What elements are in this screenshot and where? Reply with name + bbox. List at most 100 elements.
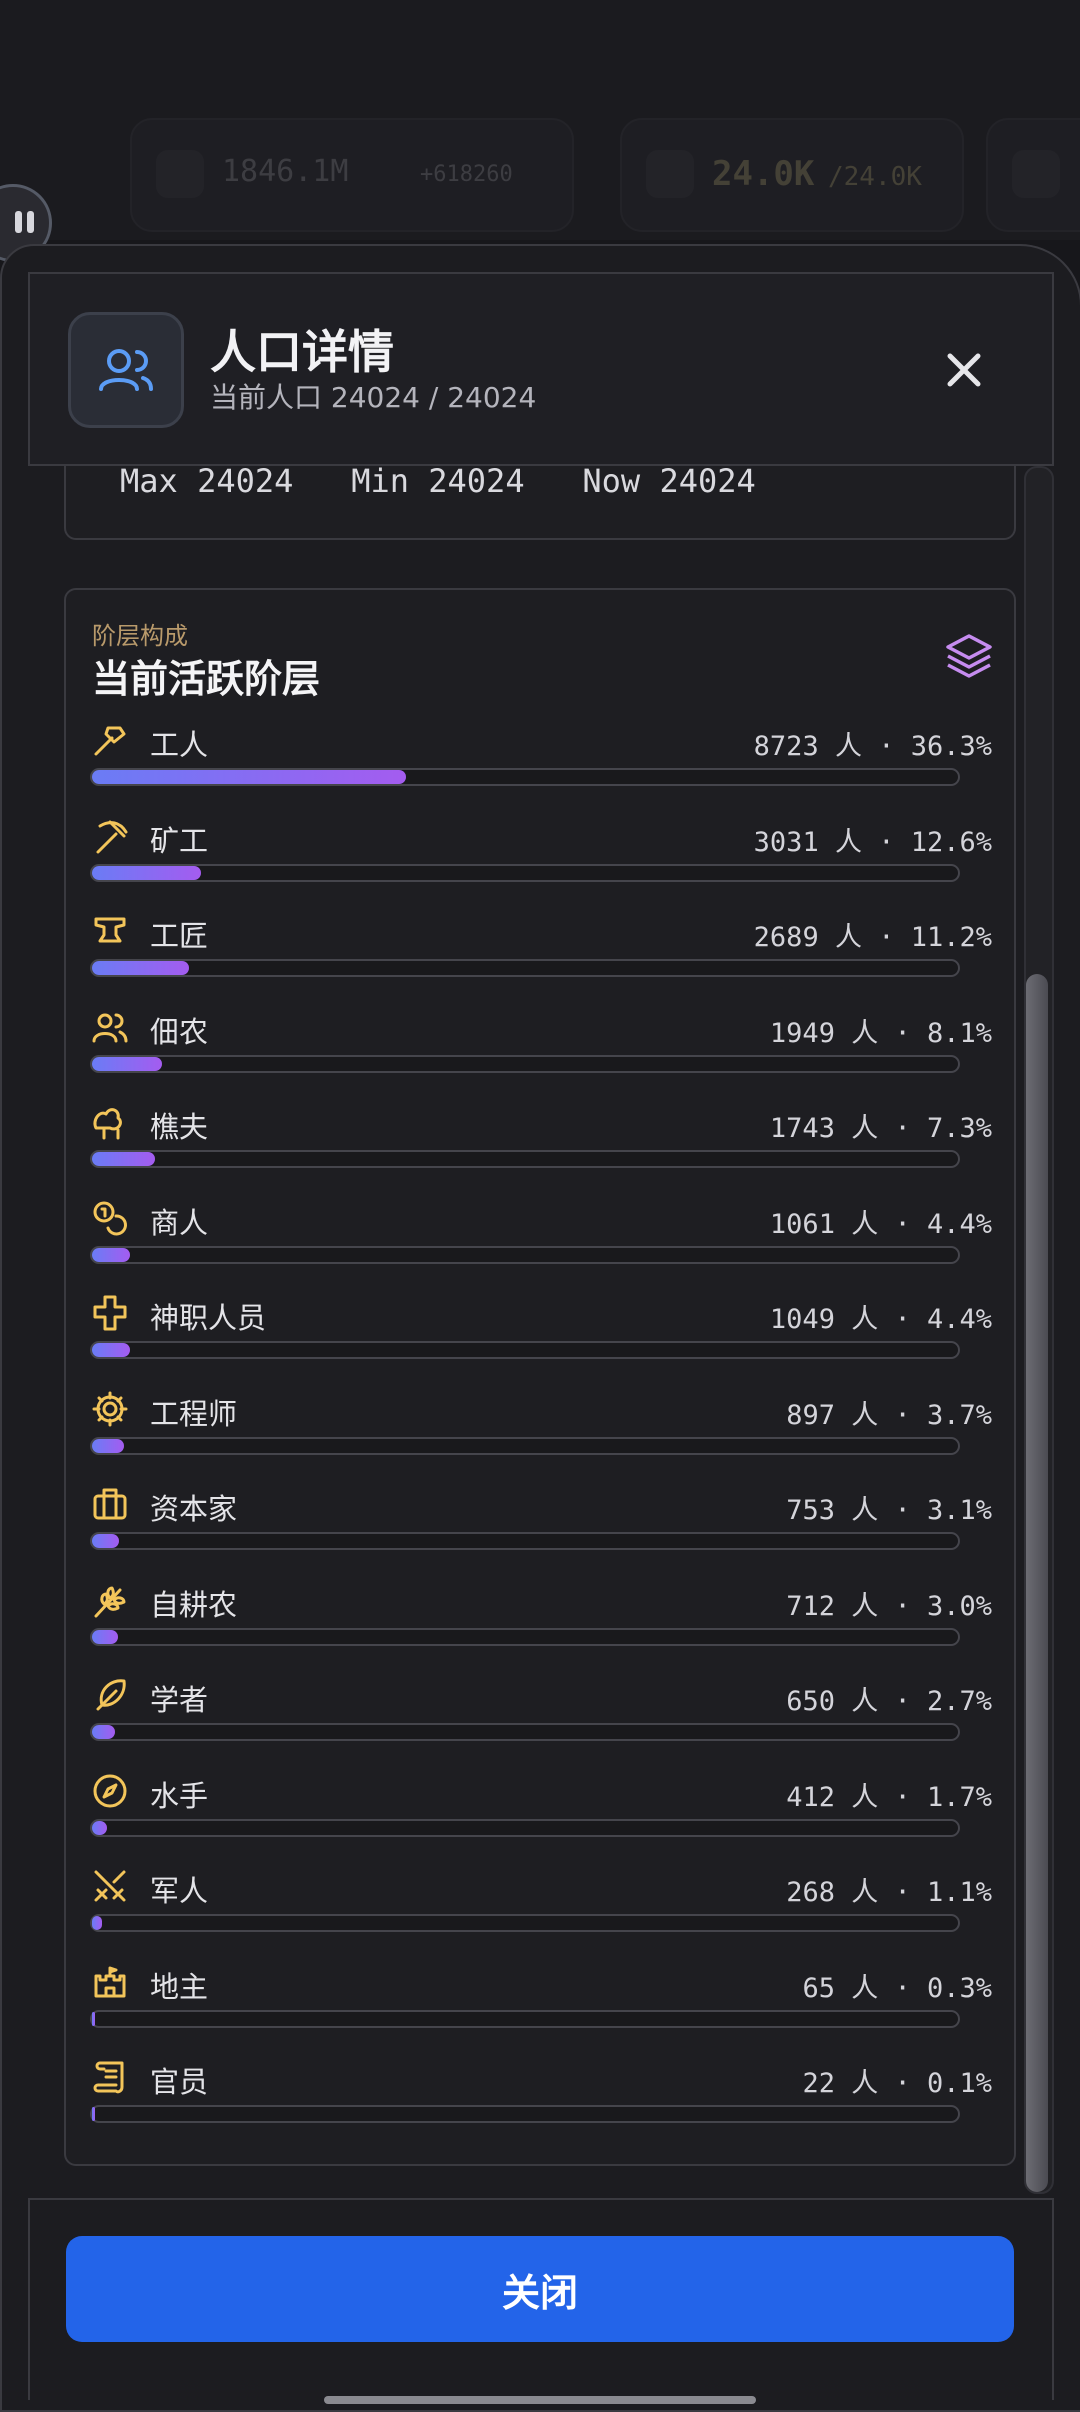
strata-row: 军人 268 人 · 1.1% bbox=[66, 1856, 1014, 1952]
strata-row: 工程师 897 人 · 3.7% bbox=[66, 1379, 1014, 1475]
cog-icon bbox=[90, 1389, 130, 1429]
coin-value: 1846.1M bbox=[222, 154, 349, 189]
strata-row: 工匠 2689 人 · 11.2% bbox=[66, 901, 1014, 997]
strata-progress-fill bbox=[92, 961, 189, 975]
strata-row: 神职人员 1049 人 · 4.4% bbox=[66, 1283, 1014, 1379]
min-label: Min bbox=[351, 466, 409, 500]
modal-content: Max 24024 Min 24024 Now 24024 阶层构成 当前活跃阶… bbox=[28, 466, 1028, 2186]
close-icon[interactable] bbox=[934, 340, 994, 400]
strata-row: 学者 650 人 · 2.7% bbox=[66, 1665, 1014, 1761]
pickaxe-icon bbox=[90, 816, 130, 856]
strata-progress-fill bbox=[92, 1725, 116, 1739]
strata-progress-track bbox=[90, 2009, 960, 2028]
strata-progress-fill bbox=[92, 1534, 119, 1548]
home-indicator[interactable] bbox=[324, 2396, 756, 2404]
wheat-icon bbox=[90, 1580, 130, 1620]
strata-progress-track bbox=[90, 1436, 960, 1455]
users-icon bbox=[646, 150, 694, 198]
strata-row: 樵夫 1743 人 · 7.3% bbox=[66, 1092, 1014, 1188]
cross-icon bbox=[90, 1293, 130, 1333]
strata-progress-fill bbox=[92, 770, 407, 784]
strata-progress-track bbox=[90, 1054, 960, 1073]
strata-name: 地主 bbox=[150, 1969, 209, 2004]
strata-progress-fill bbox=[92, 1916, 102, 1930]
modal-title: 人口详情 bbox=[210, 325, 394, 379]
section-title: 当前活跃阶层 bbox=[92, 657, 321, 701]
now-label: Now bbox=[582, 466, 641, 500]
strata-progress-track bbox=[90, 959, 960, 977]
coin-delta: +618260 bbox=[420, 162, 513, 187]
strata-row: 佃农 1949 人 · 8.1% bbox=[66, 997, 1014, 1093]
strata-count: 650 人 · 2.7% bbox=[786, 1686, 992, 1717]
hammer-icon bbox=[90, 720, 130, 760]
coin-chip[interactable]: 1846.1M +618260 bbox=[130, 118, 574, 232]
strata-progress-track bbox=[90, 1818, 960, 1837]
strata-row: 矿工 3031 人 · 12.6% bbox=[66, 806, 1014, 902]
close-button[interactable]: 关闭 bbox=[66, 2236, 1014, 2342]
section-kicker: 阶层构成 bbox=[92, 622, 188, 650]
strata-row: 资本家 753 人 · 3.1% bbox=[66, 1474, 1014, 1570]
population-stats-card: Max 24024 Min 24024 Now 24024 bbox=[64, 466, 1016, 540]
trees-icon bbox=[90, 1102, 130, 1142]
population-stats: Max 24024 Min 24024 Now 24024 bbox=[120, 466, 756, 500]
strata-name: 神职人员 bbox=[150, 1301, 267, 1335]
anvil-icon bbox=[90, 911, 130, 951]
strata-name: 商人 bbox=[150, 1205, 209, 1240]
castle-icon bbox=[90, 1962, 130, 2002]
strata-row: 工人 8723 人 · 36.3% bbox=[66, 710, 1014, 806]
feather-icon bbox=[90, 1675, 130, 1715]
modal-subtitle: 当前人口 24024 / 24024 bbox=[210, 381, 537, 414]
strata-count: 22 人 · 0.1% bbox=[802, 2068, 992, 2099]
compass-icon bbox=[90, 1771, 130, 1811]
scroll-icon bbox=[90, 2057, 130, 2097]
strata-progress-fill bbox=[92, 1056, 163, 1071]
strata-name: 佃农 bbox=[150, 1014, 209, 1049]
strata-name: 樵夫 bbox=[150, 1110, 209, 1144]
strata-count: 268 人 · 1.1% bbox=[786, 1877, 992, 1908]
strata-progress-fill bbox=[92, 1152, 156, 1166]
strata-progress-fill bbox=[92, 865, 202, 880]
strata-count: 753 人 · 3.1% bbox=[786, 1495, 992, 1526]
strata-progress-track bbox=[90, 1914, 960, 1932]
coins-icon bbox=[156, 150, 204, 198]
strata-row: 商人 1061 人 · 4.4% bbox=[66, 1188, 1014, 1284]
strata-progress-track bbox=[90, 1150, 960, 1168]
max-label: Max bbox=[120, 466, 178, 500]
population-short: 24.0K bbox=[712, 154, 815, 194]
strata-progress-fill bbox=[92, 2107, 96, 2121]
strata-row: 地主 65 人 · 0.3% bbox=[66, 1952, 1014, 2048]
strata-progress-fill bbox=[92, 1343, 131, 1357]
strata-count: 2689 人 · 11.2% bbox=[753, 922, 992, 953]
strata-progress-track bbox=[90, 1532, 960, 1550]
population-cap-short: /24.0K bbox=[828, 162, 922, 192]
strata-progress-track bbox=[90, 1723, 960, 1741]
crown-chip[interactable] bbox=[986, 118, 1080, 232]
strata-count: 8723 人 · 36.3% bbox=[753, 731, 992, 762]
strata-count: 3031 人 · 12.6% bbox=[753, 826, 992, 858]
strata-row: 官员 22 人 · 0.1% bbox=[66, 2047, 1014, 2143]
strata-count: 1949 人 · 8.1% bbox=[769, 1017, 992, 1049]
strata-progress-fill bbox=[92, 1438, 125, 1453]
strata-name: 自耕农 bbox=[150, 1587, 238, 1622]
strata-count: 1049 人 · 4.4% bbox=[769, 1304, 992, 1335]
strata-count: 897 人 · 3.7% bbox=[786, 1399, 992, 1431]
strata-name: 资本家 bbox=[150, 1492, 238, 1526]
strata-progress-track bbox=[90, 863, 960, 882]
strata-count: 1743 人 · 7.3% bbox=[769, 1113, 992, 1144]
min-value: 24024 bbox=[428, 466, 525, 500]
strata-progress-track bbox=[90, 1245, 960, 1264]
max-value: 24024 bbox=[197, 466, 294, 500]
strata-count: 412 人 · 1.7% bbox=[786, 1781, 992, 1813]
strata-card: 阶层构成 当前活跃阶层 工人 8723 人 · 36.3% 矿工 3031 人 · 1… bbox=[64, 588, 1016, 2166]
strata-row: 自耕农 712 人 · 3.0% bbox=[66, 1570, 1014, 1666]
strata-progress-fill bbox=[92, 1629, 118, 1644]
strata-count: 712 人 · 3.0% bbox=[786, 1590, 992, 1622]
scrollbar-thumb[interactable] bbox=[1026, 974, 1048, 2192]
population-chip[interactable]: 24.0K /24.0K bbox=[620, 118, 964, 232]
strata-progress-track bbox=[90, 2105, 960, 2123]
strata-progress-fill bbox=[92, 1247, 131, 1262]
briefcase-icon bbox=[90, 1484, 130, 1524]
swords-icon bbox=[90, 1866, 130, 1906]
top-resource-bar: 1846.1M +618260 24.0K /24.0K bbox=[0, 0, 1080, 240]
strata-progress-fill bbox=[92, 2011, 96, 2026]
